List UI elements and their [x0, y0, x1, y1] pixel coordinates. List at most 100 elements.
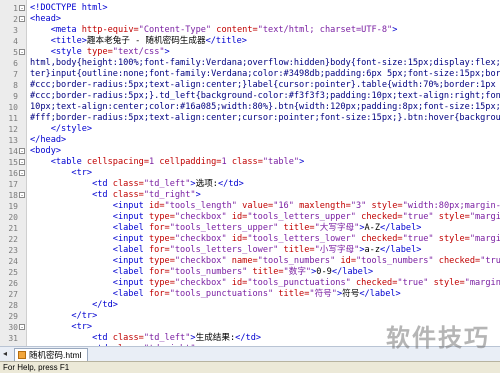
code-line[interactable]: 12 </style>: [0, 124, 500, 135]
code-line[interactable]: 10 10px;text-align:center;color:#16a085;w…: [0, 102, 500, 113]
code-token: 1: [221, 157, 232, 167]
code-token: "checkbox": [174, 278, 232, 288]
fold-toggle-icon[interactable]: -: [19, 5, 25, 12]
fold-toggle-icon[interactable]: -: [19, 170, 25, 177]
code-line[interactable]: 7 ter}input{outline:none;font-family:Verd…: [0, 69, 500, 80]
code-line[interactable]: 5- <style type="text/css">: [0, 47, 500, 58]
line-number: 13: [8, 136, 18, 145]
code-token: type=: [149, 256, 175, 266]
code-token: "小写字母": [314, 245, 360, 255]
code-line[interactable]: 16- <tr>: [0, 168, 500, 179]
code-token: 生成结果:: [195, 333, 236, 343]
code-line[interactable]: 14- <body>: [0, 146, 500, 157]
fold-toggle-icon[interactable]: -: [19, 324, 25, 331]
line-number: 5: [13, 48, 18, 57]
code-token: name=: [231, 256, 258, 266]
code-token: </tr>: [30, 311, 98, 321]
line-number: 15: [8, 158, 18, 167]
code-line[interactable]: 17 <td class="td_left">选项:</td>: [0, 179, 500, 190]
code-token: <input: [30, 212, 149, 222]
tab-scroll-left-icon[interactable]: ◂: [3, 349, 7, 358]
code-text: <input type="checkbox" id="tools_letters…: [30, 234, 500, 245]
code-line[interactable]: 1- <!DOCTYPE html>: [0, 3, 500, 14]
code-line[interactable]: 24 <input type="checkbox" name="tools_nu…: [0, 256, 500, 267]
code-token: <tr>: [30, 168, 93, 178]
code-line[interactable]: 19 <input id="tools_length" value="16" m…: [0, 201, 500, 212]
code-token: <td: [30, 190, 113, 200]
fold-toggle-icon[interactable]: -: [19, 49, 25, 56]
code-token: "Content-Type": [138, 25, 217, 35]
code-token: #ccc;border-radius:5px;text-align:center…: [30, 80, 500, 90]
code-token: class=: [112, 179, 144, 189]
file-tab-label: 随机密码.html: [29, 350, 82, 360]
line-number: 1: [13, 4, 18, 13]
code-token: </head>: [30, 135, 67, 145]
code-token: "td_right": [143, 190, 196, 200]
fold-toggle-icon[interactable]: -: [19, 148, 25, 155]
line-number: 12: [8, 125, 18, 134]
code-line[interactable]: 4 <title>趣本老兔子 - 随机密码生成器</title>: [0, 36, 500, 47]
code-token: >: [392, 25, 398, 35]
code-token: <table: [30, 157, 87, 167]
code-token: class=: [112, 333, 144, 343]
code-text: ter}input{outline:none;font-family:Verda…: [30, 69, 500, 80]
code-token: "true": [480, 256, 500, 266]
code-token: >: [299, 157, 305, 167]
code-line[interactable]: 18- <td class="td_right">: [0, 190, 500, 201]
code-token: "tools_punctuations": [247, 278, 356, 288]
code-token: id=: [231, 234, 248, 244]
code-text: <tr>: [30, 322, 92, 333]
line-number: 25: [8, 268, 18, 277]
html-file-icon: [18, 351, 26, 359]
code-line[interactable]: 21 <label for="tools_letters_upper" titl…: [0, 223, 500, 234]
code-text: <tr>: [30, 168, 92, 179]
code-line[interactable]: 27 <label for="tools_punctuations" title…: [0, 289, 500, 300]
code-token: A-Z: [364, 223, 381, 233]
code-line[interactable]: 6 html,body{height:100%;font-family:Verda…: [0, 58, 500, 69]
line-number: 29: [8, 312, 18, 321]
code-line[interactable]: 11 #fff;border-radius:5px;text-align:cent…: [0, 113, 500, 124]
code-line[interactable]: 28 </td>: [0, 300, 500, 311]
code-line[interactable]: 23 <label for="tools_letters_lower" titl…: [0, 245, 500, 256]
line-number: 27: [8, 290, 18, 299]
code-line[interactable]: 15- <table cellspacing=1 cellpadding=1 c…: [0, 157, 500, 168]
fold-toggle-icon[interactable]: -: [19, 16, 25, 23]
code-token: <td: [30, 333, 113, 343]
code-token: "margin:0 2px: [469, 234, 500, 244]
code-line[interactable]: 26 <input type="checkbox" id="tools_punc…: [0, 278, 500, 289]
fold-toggle-icon[interactable]: -: [19, 192, 25, 199]
code-token: 符号: [342, 289, 360, 299]
code-text: </td>: [30, 300, 118, 311]
status-text: For Help, press F1: [3, 363, 70, 372]
line-number: 26: [8, 279, 18, 288]
code-token: title=: [283, 245, 315, 255]
code-token: </td>: [217, 179, 244, 189]
code-token: #ccc;border-radius:5px;}.td_left{backgro…: [30, 91, 500, 101]
code-line[interactable]: 22 <input type="checkbox" id="tools_lett…: [0, 234, 500, 245]
code-line[interactable]: 25 <label for="tools_numbers" title="数字"…: [0, 267, 500, 278]
code-token: <input: [30, 278, 149, 288]
code-token: html,body{height:100%;font-family:Verdan…: [30, 58, 500, 68]
line-number: 22: [8, 235, 18, 244]
code-text: <body>: [30, 146, 61, 157]
code-line[interactable]: 13 </head>: [0, 135, 500, 146]
code-token: checked=: [361, 234, 403, 244]
code-editor[interactable]: 1- <!DOCTYPE html> 2- <head> 3 <meta http-eq…: [0, 0, 500, 346]
code-text: <label for="tools_letters_lower" title="…: [30, 245, 422, 256]
code-token: maxlength=: [299, 201, 351, 211]
code-token: "td_left": [143, 333, 191, 343]
code-line[interactable]: 9 #ccc;border-radius:5px;}.td_left{backgr…: [0, 91, 500, 102]
code-token: checked=: [438, 256, 481, 266]
code-text: <input id="tools_length" value="16" maxl…: [30, 201, 500, 212]
code-text: </style>: [30, 124, 92, 135]
code-line[interactable]: 3 <meta http-equiv="Content-Type" conten…: [0, 25, 500, 36]
code-token: "width:80px;margin-right:2p: [402, 201, 500, 211]
code-line[interactable]: 8 #ccc;border-radius:5px;text-align:cente…: [0, 80, 500, 91]
code-token: class=: [112, 190, 144, 200]
code-line[interactable]: 2- <head>: [0, 14, 500, 25]
fold-toggle-icon[interactable]: -: [19, 159, 25, 166]
line-number: 20: [8, 213, 18, 222]
code-token: <style: [30, 47, 87, 57]
file-tab[interactable]: 随机密码.html: [14, 348, 89, 361]
code-line[interactable]: 20 <input type="checkbox" id="tools_lett…: [0, 212, 500, 223]
